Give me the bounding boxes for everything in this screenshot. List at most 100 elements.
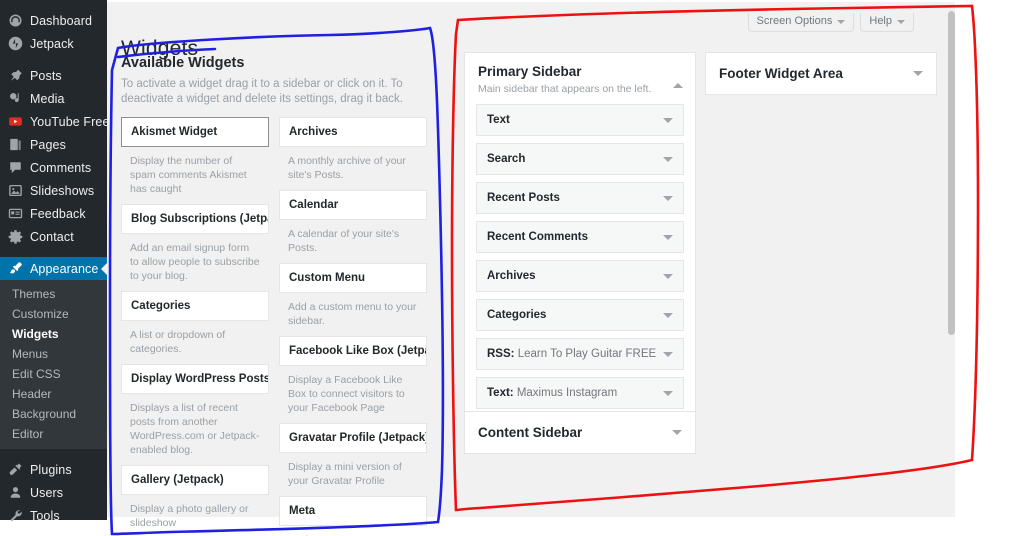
- widget-card[interactable]: Gallery (Jetpack) Display a photo galler…: [121, 465, 269, 530]
- sidebar-widget-title: Categories: [487, 309, 547, 321]
- sidebar-item-plugins[interactable]: Plugins: [0, 458, 107, 481]
- primary-sidebar-description: Main sidebar that appears on the left.: [478, 83, 652, 95]
- sidebar-item-appearance[interactable]: Appearance: [0, 257, 107, 280]
- sidebar-item-media[interactable]: Media: [0, 87, 107, 110]
- sidebar-widget-title: Archives: [487, 270, 536, 282]
- primary-sidebar-header[interactable]: Primary Sidebar Main sidebar that appear…: [465, 53, 695, 95]
- sidebar-item-posts[interactable]: Posts: [0, 64, 107, 87]
- expand-down-icon[interactable]: [672, 430, 682, 435]
- chevron-down-icon[interactable]: [663, 195, 673, 201]
- chevron-down-icon[interactable]: [663, 312, 673, 318]
- widget-title[interactable]: Gravatar Profile (Jetpack): [279, 423, 427, 453]
- sidebar-widget-row[interactable]: RSS: Learn To Play Guitar FREE: [476, 338, 684, 370]
- screen-options-button[interactable]: Screen Options: [747, 13, 855, 32]
- widget-card[interactable]: Custom Menu Add a custom menu to your si…: [279, 263, 427, 328]
- widget-title[interactable]: Meta: [279, 496, 427, 526]
- submenu-item-header[interactable]: Header: [0, 384, 107, 404]
- widget-title[interactable]: Calendar: [279, 190, 427, 220]
- pin-icon: [8, 68, 23, 83]
- sidebar-widget-row[interactable]: Search: [476, 143, 684, 175]
- sidebar-widget-row[interactable]: Text: [476, 104, 684, 136]
- widget-title[interactable]: Display WordPress Posts (Jetp..: [121, 364, 269, 394]
- widget-description: Displays a list of recent posts from ano…: [130, 402, 260, 456]
- footer-widget-area-header[interactable]: Footer Widget Area: [706, 53, 936, 94]
- chevron-down-icon[interactable]: [663, 234, 673, 240]
- sidebar-item-feedback[interactable]: Feedback: [0, 202, 107, 225]
- sidebar-item-slideshows[interactable]: Slideshows: [0, 179, 107, 202]
- menu-spacer: [0, 449, 107, 458]
- sidebar-item-contact[interactable]: Contact: [0, 225, 107, 248]
- widget-card[interactable]: Akismet Widget Display the number of spa…: [121, 117, 269, 196]
- sidebar-item-users[interactable]: Users: [0, 481, 107, 504]
- widget-title[interactable]: Akismet Widget: [121, 117, 269, 147]
- pages-icon: [8, 137, 23, 152]
- widget-card[interactable]: Archives A monthly archive of your site'…: [279, 117, 427, 182]
- sidebar-item-dashboard[interactable]: Dashboard: [0, 9, 107, 32]
- sidebar-widget-row[interactable]: Categories: [476, 299, 684, 331]
- expand-down-icon[interactable]: [913, 71, 923, 76]
- submenu-item-editor[interactable]: Editor: [0, 424, 107, 444]
- screen-meta-links: Screen Options Help: [747, 13, 914, 32]
- menu-spacer: [0, 55, 107, 64]
- gear-icon: [8, 229, 23, 244]
- content-area: Screen Options Help Widgets Available Wi…: [107, 0, 955, 536]
- widget-card[interactable]: Meta Login, RSS, & WordPress.org links: [279, 496, 427, 536]
- sidebar-widget-row[interactable]: Recent Posts: [476, 182, 684, 214]
- chevron-down-icon[interactable]: [663, 351, 673, 357]
- sidebar-widget-title: Search: [487, 153, 526, 165]
- screen-options-label: Screen Options: [756, 15, 833, 27]
- help-button[interactable]: Help: [860, 13, 914, 32]
- widget-card[interactable]: Calendar A calendar of your site's Posts…: [279, 190, 427, 255]
- chevron-down-icon[interactable]: [663, 156, 673, 162]
- widget-title[interactable]: Blog Subscriptions (Jetpack): [121, 204, 269, 234]
- widget-title[interactable]: Gallery (Jetpack): [121, 465, 269, 495]
- widget-description: Add a custom menu to your sidebar.: [288, 301, 417, 327]
- widget-title[interactable]: Custom Menu: [279, 263, 427, 293]
- available-widgets-heading: Available Widgets: [121, 55, 245, 71]
- sidebar-widget-row[interactable]: Text: Maximus Instagram: [476, 377, 684, 409]
- sidebar-item-label: Plugins: [30, 462, 72, 477]
- submenu-item-widgets[interactable]: Widgets: [0, 324, 107, 344]
- submenu-item-background[interactable]: Background: [0, 404, 107, 424]
- submenu-item-edit-css[interactable]: Edit CSS: [0, 364, 107, 384]
- chevron-down-icon[interactable]: [663, 117, 673, 123]
- sidebar-item-jetpack[interactable]: Jetpack: [0, 32, 107, 55]
- sidebar-widget-row[interactable]: Archives: [476, 260, 684, 292]
- content-sidebar-header[interactable]: Content Sidebar: [465, 412, 695, 453]
- submenu-item-customize[interactable]: Customize: [0, 304, 107, 324]
- submenu-item-menus[interactable]: Menus: [0, 344, 107, 364]
- widget-card[interactable]: Blog Subscriptions (Jetpack) Add an emai…: [121, 204, 269, 283]
- paintbrush-icon: [8, 261, 23, 276]
- sidebar-item-comments[interactable]: Comments: [0, 156, 107, 179]
- widgets-admin-screen: Dashboard Jetpack Posts Media YouTube Fr…: [0, 0, 1024, 536]
- sidebar-item-youtube-free[interactable]: YouTube Free: [0, 110, 109, 133]
- widget-description: Display the number of spam comments Akis…: [130, 155, 247, 195]
- chevron-down-icon[interactable]: [663, 273, 673, 279]
- available-widgets-columns: Akismet Widget Display the number of spa…: [121, 117, 443, 536]
- widget-title[interactable]: Categories: [121, 291, 269, 321]
- sidebar-item-tools[interactable]: Tools: [0, 504, 107, 527]
- widget-card[interactable]: Categories A list or dropdown of categor…: [121, 291, 269, 356]
- widget-description: A list or dropdown of categories.: [130, 329, 226, 355]
- sidebar-widget-row[interactable]: Recent Comments: [476, 221, 684, 253]
- footer-widget-area-panel[interactable]: Footer Widget Area: [705, 52, 937, 95]
- content-sidebar-panel[interactable]: Content Sidebar: [464, 411, 696, 454]
- widget-title[interactable]: Facebook Like Box (Jetpack): [279, 336, 427, 366]
- collapse-up-icon[interactable]: [673, 66, 683, 88]
- sidebar-item-label: Contact: [30, 229, 74, 244]
- widget-description: Display a photo gallery or slideshow: [130, 503, 249, 529]
- widget-card[interactable]: Gravatar Profile (Jetpack) Display a min…: [279, 423, 427, 488]
- sidebar-widget-title: RSS:: [487, 348, 515, 360]
- vertical-scrollbar[interactable]: [948, 11, 955, 335]
- sidebar-item-pages[interactable]: Pages: [0, 133, 107, 156]
- sidebar-widget-instance-name: Learn To Play Guitar FREE: [517, 348, 657, 360]
- sidebar-item-label: Slideshows: [30, 183, 95, 198]
- chevron-down-icon[interactable]: [663, 390, 673, 396]
- sidebar-widget-instance-name: Maximus Instagram: [516, 387, 618, 399]
- sidebar-item-label: Posts: [30, 68, 62, 83]
- available-widgets-column-left: Akismet Widget Display the number of spa…: [121, 117, 269, 536]
- widget-card[interactable]: Facebook Like Box (Jetpack) Display a Fa…: [279, 336, 427, 415]
- widget-card[interactable]: Display WordPress Posts (Jetp.. Displays…: [121, 364, 269, 457]
- submenu-item-themes[interactable]: Themes: [0, 284, 107, 304]
- widget-title[interactable]: Archives: [279, 117, 427, 147]
